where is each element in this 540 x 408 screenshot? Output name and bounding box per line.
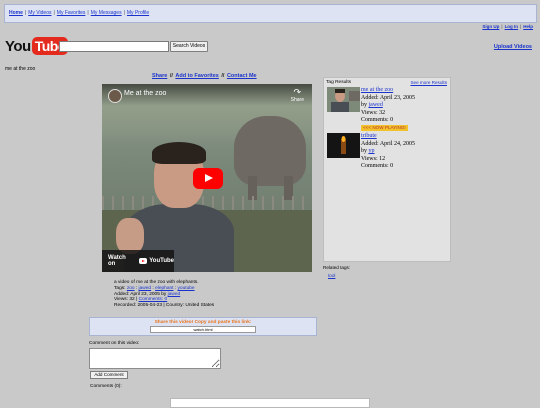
person-hand	[116, 218, 144, 254]
result-user-link[interactable]: jawed	[369, 102, 383, 108]
signup-link[interactable]: Sign Up	[482, 24, 499, 29]
result-user-link[interactable]: yp	[369, 148, 375, 154]
comment-label: Comment on this video:	[89, 341, 140, 346]
added-text: Added: April 23, 2005 by	[114, 291, 167, 297]
comments-count: Comments (0):	[90, 384, 122, 389]
result-comments: Comments: 0	[361, 163, 394, 169]
nav-home[interactable]: Home	[9, 10, 23, 16]
result-views: Views: 32	[361, 109, 386, 116]
result-by: by jawed	[361, 102, 415, 110]
uploader-link[interactable]: jawed	[168, 292, 181, 297]
nav-separator: |	[87, 10, 89, 16]
nav-my-favorites[interactable]: My Favorites	[57, 10, 86, 16]
tag-results-panel: Tag Results See more Results me at the z…	[323, 77, 451, 262]
result-views: Views: 12	[361, 155, 386, 162]
comments-link[interactable]: Comments: 0	[139, 297, 168, 302]
result-thumbnail[interactable]	[327, 133, 360, 158]
embed-code-field[interactable]: watch.html	[150, 326, 256, 333]
upload-videos-link[interactable]: Upload Videos	[494, 44, 532, 50]
see-more-results-link[interactable]: See more Results	[410, 80, 447, 85]
share-link[interactable]: Share	[152, 73, 167, 79]
share-separator: //	[168, 73, 175, 79]
player-share-label: Share	[290, 97, 304, 103]
player-title[interactable]: Me at the zoo	[124, 90, 166, 97]
result-by-label: by	[361, 148, 367, 154]
logo-you: You	[5, 37, 31, 55]
nav-separator: |	[53, 10, 55, 16]
watch-on-brand: YouTube	[149, 258, 174, 264]
person-hair	[152, 142, 206, 164]
share-arrow-icon: ↷	[293, 87, 302, 97]
search-input[interactable]	[59, 41, 169, 52]
tags-label: Tags:	[114, 285, 126, 291]
tag-results-header: Tag Results	[326, 80, 352, 85]
login-link[interactable]: Log In	[505, 24, 519, 29]
watch-on-label: Watch on	[108, 255, 126, 267]
result-title-link[interactable]: tribute	[361, 133, 415, 141]
channel-avatar[interactable]	[108, 89, 122, 103]
result-added: Added: April 24, 2005	[361, 140, 415, 147]
page-title: me at the zoo	[5, 66, 36, 72]
player-share-button[interactable]: ↷ Share	[290, 87, 304, 104]
nav-my-videos[interactable]: My Videos	[28, 10, 51, 16]
nav-my-profile[interactable]: My Profile	[127, 10, 149, 16]
related-tag-link[interactable]: tool	[328, 273, 335, 278]
contact-me-link[interactable]: Contact Me	[227, 73, 257, 79]
nav-separator: |	[123, 10, 125, 16]
result-by-label: by	[361, 102, 367, 108]
result-comments: Comments: 0	[361, 117, 394, 123]
nav-separator: |	[24, 10, 27, 16]
video-recorded: Recorded: 2005-04-23 | Country: United S…	[114, 303, 215, 309]
tag-link[interactable]: jawed	[139, 286, 152, 291]
result-by: by yp	[361, 148, 415, 156]
youtube-mini-icon	[138, 258, 148, 264]
views-text: Views: 32 |	[114, 297, 138, 303]
add-comment-button[interactable]: Add Comment	[90, 371, 128, 379]
result-thumbnail[interactable]	[327, 87, 360, 112]
help-link[interactable]: Help	[523, 24, 533, 29]
now-playing-badge: <<< NOW PLAYING!	[361, 124, 408, 131]
result-info: me at the zoo Added: April 23, 2005 by j…	[361, 87, 415, 132]
comment-textarea[interactable]	[89, 348, 221, 369]
nav-my-messages[interactable]: My Messages	[91, 10, 122, 16]
search-button[interactable]: Search Videos	[170, 41, 208, 52]
watch-on-youtube-button[interactable]: Watch on YouTube	[102, 250, 174, 272]
tag-link[interactable]: elephant	[155, 286, 173, 291]
tag-link[interactable]: zoo	[127, 286, 135, 291]
embed-label: Share this video! Copy and paste this li…	[154, 320, 252, 325]
video-details: a video of me at the zoo with elephants.…	[114, 280, 214, 309]
result-info: tribute Added: April 24, 2005 by yp View…	[361, 133, 415, 171]
play-button-icon[interactable]	[193, 168, 223, 189]
result-added: Added: April 23, 2005	[361, 94, 415, 101]
related-tags-label: Related tags:	[323, 265, 351, 270]
user-links: Sign Up | Log In | Help	[482, 24, 533, 29]
tag-result-item[interactable]: tribute Added: April 24, 2005 by yp View…	[326, 133, 448, 183]
tag-link[interactable]: youtube	[178, 286, 195, 291]
embed-box: Share this video! Copy and paste this li…	[89, 317, 317, 336]
footer-box	[170, 398, 370, 408]
userlink-separator: |	[501, 24, 503, 29]
share-separator: //	[219, 73, 226, 79]
elephant-figure	[234, 116, 306, 186]
video-player[interactable]: Me at the zoo ↷ Share Watch on YouTube	[102, 84, 312, 272]
top-nav: Home | My Videos | My Favorites | My Messages |…	[4, 4, 537, 23]
share-bar: Share // Add to Favorites // Contact Me	[152, 73, 257, 79]
add-to-favorites-link[interactable]: Add to Favorites	[175, 73, 218, 79]
userlink-separator: |	[520, 24, 522, 29]
result-title-link[interactable]: me at the zoo	[361, 87, 415, 95]
